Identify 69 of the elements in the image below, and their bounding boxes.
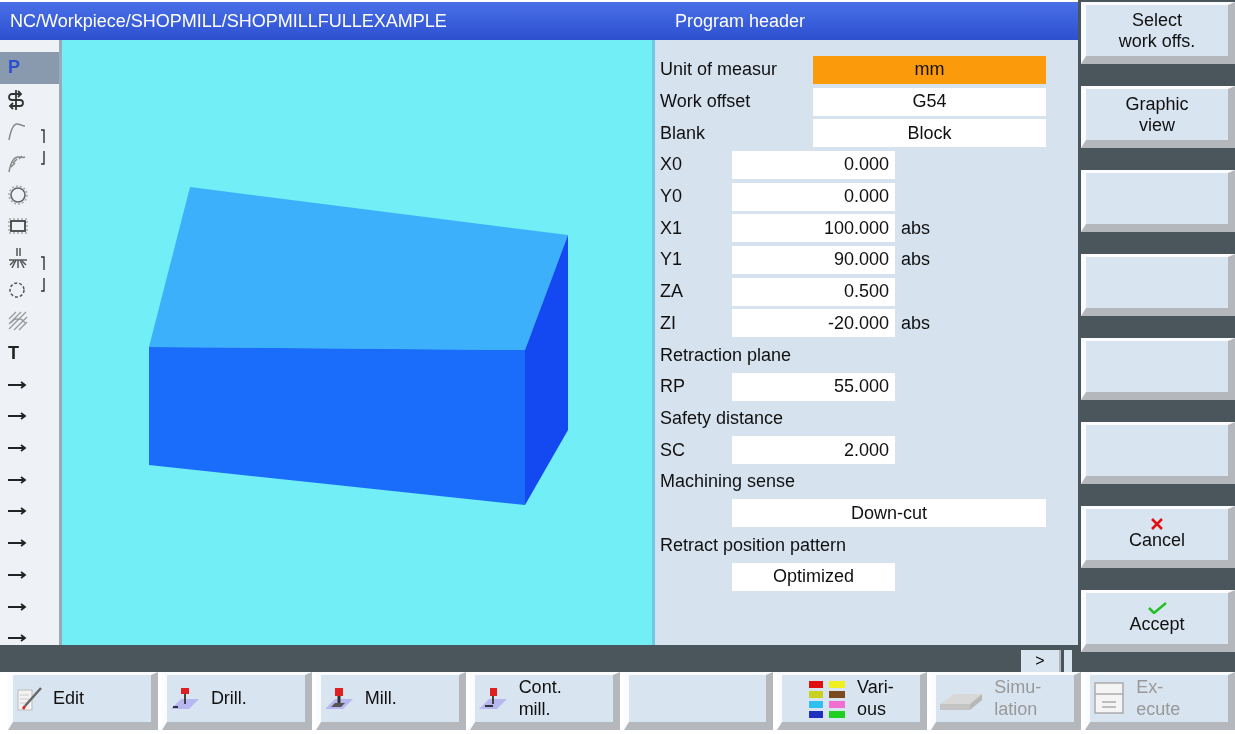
field-label: Y1 — [660, 249, 684, 271]
unit-label: abs — [901, 217, 931, 239]
field-label: Work offset — [660, 91, 752, 113]
mill-tool-icon — [324, 686, 355, 711]
arrow-icon[interactable] — [8, 507, 28, 516]
hatched-curve-icon[interactable] — [8, 152, 26, 173]
panel-title: Program header — [675, 10, 807, 32]
dropdown-field[interactable]: G54 — [813, 87, 1046, 116]
scroll-handle[interactable] — [1064, 650, 1072, 672]
dotted-circle-icon[interactable] — [8, 280, 26, 299]
drill-tool-icon — [170, 686, 201, 711]
number-field[interactable]: 0.500 — [732, 277, 895, 306]
scroll-button[interactable]: > — [1021, 650, 1061, 672]
softkey[interactable]: Drill. — [161, 672, 312, 730]
contour-tool-icon — [478, 686, 509, 711]
circle-icon[interactable] — [8, 184, 28, 205]
color-grid-icon — [808, 678, 847, 719]
field-label: Y0 — [660, 186, 684, 208]
dropdown-field[interactable]: Optimized — [732, 562, 895, 591]
accept-button[interactable]: Accept — [1081, 590, 1235, 652]
dropdown-field[interactable]: Down-cut — [732, 499, 1046, 528]
number-field[interactable]: 2.000 — [732, 436, 895, 465]
number-field[interactable]: -20.000 — [732, 309, 895, 338]
check-icon — [1147, 602, 1167, 615]
arrow-icon[interactable] — [8, 444, 28, 453]
section-label: Machining sense — [660, 471, 796, 493]
close-icon — [1151, 518, 1163, 531]
arrow-icon[interactable] — [8, 570, 28, 579]
nc-file-icon — [1094, 681, 1127, 716]
softkey[interactable]: Vari- ous — [777, 672, 928, 730]
softkey[interactable]: Graphic view — [1081, 86, 1235, 148]
curve-icon[interactable] — [8, 121, 26, 142]
softkey[interactable]: Cont. mill. — [469, 672, 620, 730]
dropdown-field[interactable]: mm — [813, 55, 1046, 84]
field-label: X0 — [660, 154, 684, 176]
dropdown-field[interactable]: Block — [813, 119, 1046, 148]
field-label: RP — [660, 376, 686, 398]
arrow-icon[interactable] — [8, 539, 28, 548]
rectangle-icon[interactable] — [8, 217, 28, 236]
field-label: ZA — [660, 281, 684, 303]
arrow-icon[interactable] — [8, 380, 28, 389]
pencil-icon — [17, 685, 43, 712]
cancel-button[interactable]: Cancel — [1081, 506, 1235, 568]
softkey[interactable]: Mill. — [315, 672, 466, 730]
number-field[interactable]: 55.000 — [732, 372, 895, 401]
arrow-icon[interactable] — [8, 412, 28, 421]
field-label: Unit of measur — [660, 59, 779, 81]
softkey[interactable]: Select work offs. — [1081, 2, 1235, 64]
number-field[interactable]: 0.000 — [732, 150, 895, 179]
arrow-icon[interactable] — [8, 634, 28, 643]
arrow-icon[interactable] — [8, 475, 28, 484]
number-field[interactable]: 100.000 — [732, 214, 895, 243]
program-path: NC/Workpiece/SHOPMILL/SHOPMILLFULLEXAMPLE — [10, 10, 448, 32]
field-label: Blank — [660, 122, 707, 144]
unit-label: abs — [901, 312, 931, 334]
arrows-icon[interactable] — [8, 89, 24, 110]
strip-letter[interactable]: T — [8, 342, 19, 364]
drill-icon[interactable] — [8, 247, 28, 268]
field-label: X1 — [660, 217, 684, 239]
field-label: ZI — [660, 312, 677, 334]
softkey[interactable]: Edit — [8, 672, 158, 730]
number-field[interactable]: 0.000 — [732, 182, 895, 211]
section-label: Retraction plane — [660, 344, 792, 366]
section-label: Retract position pattern — [660, 534, 847, 556]
unit-label: abs — [901, 249, 931, 271]
field-label: SC — [660, 439, 686, 461]
number-field[interactable]: 90.000 — [732, 245, 895, 274]
section-label: Safety distance — [660, 407, 784, 429]
arrow-icon[interactable] — [8, 602, 28, 611]
